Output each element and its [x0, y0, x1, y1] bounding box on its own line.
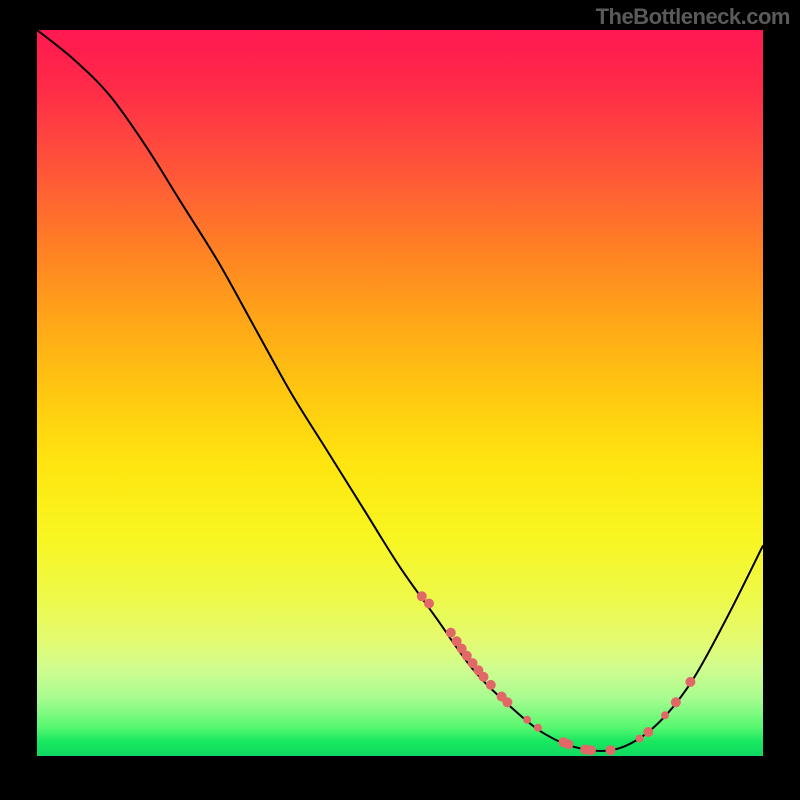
data-marker [534, 724, 542, 732]
markers-group [417, 591, 696, 755]
data-marker [563, 739, 573, 749]
data-marker [424, 599, 434, 609]
data-marker [417, 591, 427, 601]
chart-plot-area [37, 30, 763, 756]
chart-svg [37, 30, 763, 756]
data-marker [502, 697, 512, 707]
data-marker [586, 745, 596, 755]
watermark: TheBottleneck.com [596, 4, 790, 30]
data-marker [523, 716, 531, 724]
data-marker [636, 735, 644, 743]
data-marker [661, 711, 669, 719]
data-marker [446, 628, 456, 638]
data-marker [671, 697, 681, 707]
data-marker [479, 672, 489, 682]
data-marker [606, 745, 616, 755]
bottleneck-curve [37, 30, 763, 751]
data-marker [685, 677, 695, 687]
data-marker [643, 727, 653, 737]
data-marker [486, 680, 496, 690]
